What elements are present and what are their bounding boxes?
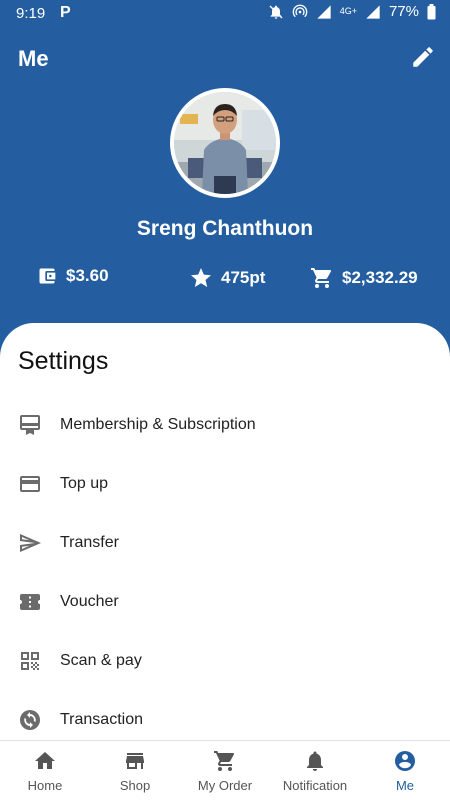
settings-item-scan-pay[interactable]: Scan & pay: [0, 633, 450, 689]
sync-icon: [18, 708, 42, 732]
settings-item-label: Voucher: [60, 593, 119, 610]
wallet-icon: [39, 268, 56, 284]
network-type-label: 4G+: [339, 6, 357, 16]
store-icon: [126, 753, 144, 769]
settings-item-label: Transfer: [60, 534, 119, 551]
settings-title: Settings: [18, 347, 109, 375]
nav-label: Notification: [282, 778, 348, 793]
settings-item-label: Membership & Subscription: [60, 416, 256, 433]
silent-bell-icon: [269, 5, 283, 19]
nav-label: My Order: [197, 778, 253, 793]
settings-item-voucher[interactable]: Voucher: [0, 574, 450, 630]
nav-label: Home: [27, 778, 63, 793]
points-amount: 475pt: [221, 268, 266, 287]
settings-item-label: Top up: [60, 475, 109, 492]
total-spent[interactable]: $2,332.29: [310, 266, 418, 290]
settings-item-transfer[interactable]: Transfer: [0, 515, 450, 571]
nav-notification[interactable]: Notification: [270, 741, 360, 800]
nav-label: Shop: [119, 778, 151, 793]
profile-name: Sreng Chanthuon: [136, 217, 314, 240]
wallet-balance[interactable]: $3.60: [36, 266, 109, 286]
home-icon: [35, 752, 55, 769]
profile-photo: [174, 92, 276, 194]
settings-panel: Settings Membership & Subscription Top u…: [0, 323, 450, 743]
nav-my-order[interactable]: My Order: [180, 741, 270, 800]
points-balance[interactable]: 475pt: [189, 266, 265, 290]
signal-icon: [317, 4, 331, 19]
nav-shop[interactable]: Shop: [90, 741, 180, 800]
star-icon: [191, 268, 211, 287]
wallet-amount: $3.60: [66, 266, 109, 285]
settings-item-label: Scan & pay: [60, 652, 142, 669]
page-title: Me: [18, 46, 49, 71]
hotspot-icon: [292, 4, 307, 17]
nav-me[interactable]: Me: [360, 741, 450, 800]
status-bar: 9:19 P 4G+ 77%: [0, 0, 450, 28]
nav-home[interactable]: Home: [0, 741, 90, 800]
credit-card-icon: [18, 472, 42, 496]
avatar[interactable]: [170, 88, 280, 198]
pencil-icon: [413, 47, 433, 67]
cart-icon: [214, 751, 235, 771]
qr-code-icon: [18, 649, 42, 673]
settings-item-membership[interactable]: Membership & Subscription: [0, 397, 450, 453]
signal-icon-2: [366, 4, 380, 19]
spent-amount: $2,332.29: [342, 268, 418, 287]
status-time: 9:19: [16, 5, 46, 22]
bell-icon: [307, 751, 323, 771]
nav-label: Me: [395, 778, 415, 793]
battery-percent: 77%: [388, 3, 419, 20]
profile-header: 9:19 P 4G+ 77% Me Sreng Chanthuon $3.60 …: [0, 0, 450, 360]
settings-item-top-up[interactable]: Top up: [0, 456, 450, 512]
status-icons: 4G+ 77%: [268, 3, 436, 20]
ticket-icon: [18, 590, 42, 614]
settings-item-label: Transaction: [60, 711, 143, 728]
settings-item-transaction[interactable]: Transaction: [0, 692, 450, 743]
battery-icon: [427, 3, 436, 19]
app-notification-icon: P: [60, 4, 71, 21]
edit-profile-button[interactable]: [410, 44, 436, 70]
cart-icon: [311, 268, 332, 288]
bottom-navigation: Home Shop My Order Notification Me: [0, 740, 450, 800]
account-circle-icon: [395, 751, 415, 771]
send-icon: [18, 531, 42, 555]
membership-card-icon: [18, 413, 42, 437]
